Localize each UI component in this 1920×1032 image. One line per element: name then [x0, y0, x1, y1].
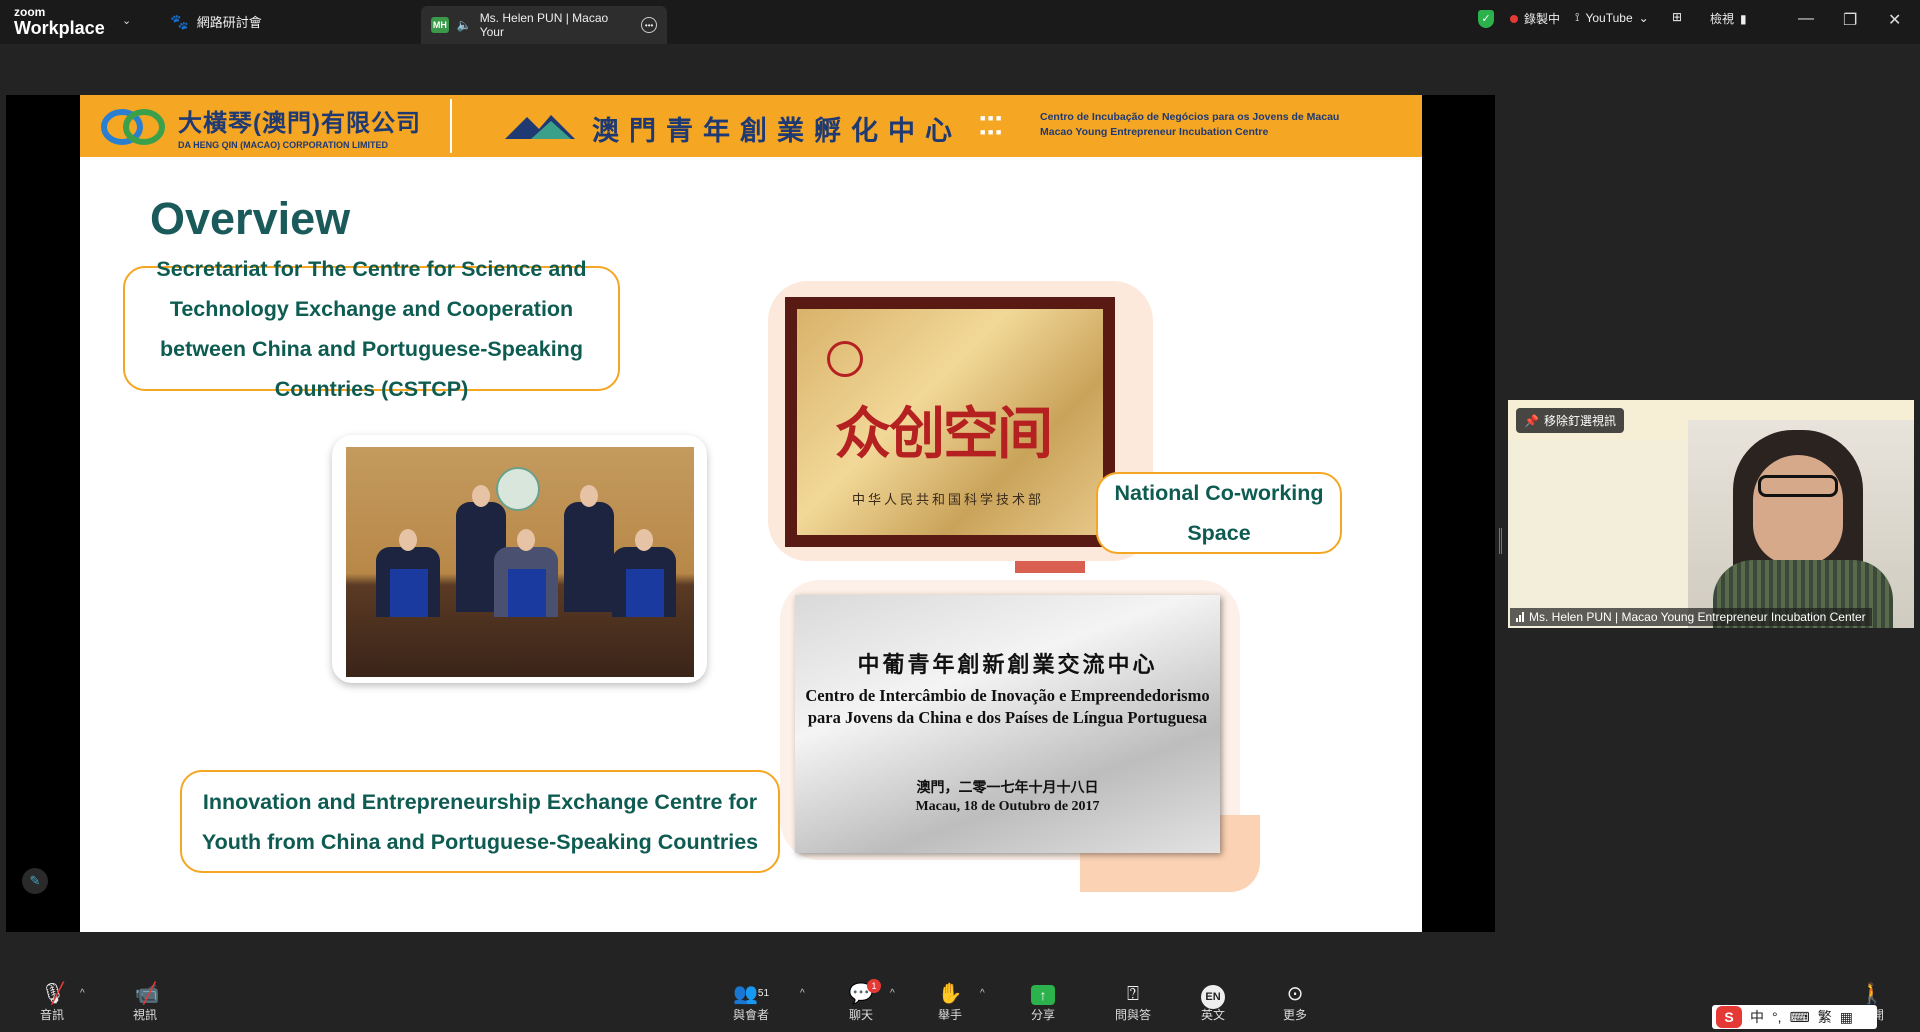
company-name-en: DA HENG QIN (MACAO) CORPORATION LIMITED	[178, 140, 388, 150]
emblem-icon	[827, 341, 863, 377]
silver-plaque-image: 中葡青年創新創業交流中心 Centro de Intercâmbio de In…	[795, 595, 1220, 853]
tab-active-meeting[interactable]: MH 🔈 Ms. Helen PUN | Macao Your •••	[421, 6, 667, 44]
gold-plaque-image: 众创空间 中华人民共和国科学技术部	[785, 297, 1115, 547]
more-button[interactable]: ⊙ 更多	[1265, 982, 1325, 1023]
slide-title: Overview	[150, 193, 351, 244]
more-dots-icon: ⊙	[1286, 983, 1304, 1005]
callout-cstcp: Secretariat for The Centre for Science a…	[123, 257, 620, 401]
mountain-logo-icon	[505, 115, 575, 139]
reactions-chevron-icon[interactable]: ^	[980, 988, 985, 999]
language-icon: EN	[1201, 985, 1225, 1009]
speaker-icon: 🔈	[456, 18, 472, 32]
macao-emblem-icon	[496, 467, 540, 511]
audio-button[interactable]: 🎙╱ 音訊	[22, 982, 82, 1023]
company-name-cn: 大橫琴(澳門)有限公司	[178, 110, 421, 137]
record-dot-icon	[1510, 14, 1518, 23]
close-icon[interactable]: ✕	[1888, 10, 1901, 30]
participants-icon: 👥51	[732, 983, 770, 1005]
callout-exchange-centre: Innovation and Entrepreneurship Exchange…	[180, 770, 780, 873]
keyboard-icon[interactable]: ⌨	[1790, 1009, 1810, 1026]
video-button[interactable]: 📹╱ 視訊	[115, 982, 175, 1023]
ime-menu-icon[interactable]: ▦	[1840, 1009, 1853, 1026]
participant-name-label: Ms. Helen PUN | Macao Young Entrepreneur…	[1510, 608, 1872, 626]
incubation-name-cn: 澳門青年創業孵化中心	[592, 116, 962, 146]
leave-icon: 🚶	[1859, 983, 1885, 1005]
camera-off-icon: 📹╱	[134, 983, 160, 1005]
sogou-ime-icon: S	[1716, 1006, 1742, 1028]
hand-icon: ✋	[937, 983, 963, 1005]
audio-options-chevron-icon[interactable]: ^	[80, 988, 85, 999]
title-bar: zoom Workplace ⌄ 🐾 網路研討會 MH 🔈 Ms. Helen …	[0, 0, 1920, 44]
share-arrow-icon: ↑	[1031, 985, 1055, 1005]
chevron-down-icon[interactable]: ⌄	[122, 14, 131, 27]
mic-muted-icon: 🎙╱	[40, 983, 66, 1005]
qa-button[interactable]: ⍰ 問與答	[1103, 982, 1163, 1023]
callout-coworking: National Co-working Space	[1096, 472, 1342, 554]
signal-icon	[1516, 612, 1524, 622]
panel-resize-handle[interactable]	[1499, 528, 1502, 554]
unpin-video-button[interactable]: 📌 移除釘選視訊	[1516, 408, 1624, 433]
pin-icon: 📌	[1524, 413, 1539, 428]
question-icon: ⍰	[1127, 983, 1139, 1005]
banner-divider	[450, 99, 452, 153]
more-icon[interactable]: •••	[641, 17, 658, 33]
minimize-icon[interactable]: —	[1798, 10, 1814, 28]
decor-bar	[1015, 561, 1085, 573]
chat-button[interactable]: 💬 1 聊天	[831, 979, 891, 1023]
chat-icon: 💬 1	[831, 979, 891, 1006]
chevron-down-icon: ⌄	[1638, 10, 1649, 25]
signing-ceremony-photo	[346, 447, 694, 677]
participants-options-chevron-icon[interactable]: ^	[800, 988, 805, 999]
grid-icon[interactable]: ⊞	[1672, 10, 1682, 24]
chat-options-chevron-icon[interactable]: ^	[890, 988, 895, 999]
raise-hand-button[interactable]: ✋ 舉手	[920, 982, 980, 1023]
chat-badge: 1	[867, 979, 881, 993]
pinned-video-tile[interactable]: 📌 移除釘選視訊 Ms. Helen PUN | Macao Young Ent…	[1508, 400, 1914, 628]
participants-button[interactable]: 👥51 與會者	[721, 982, 781, 1023]
incubation-seal: ■ ■ ■ ■ ■ ■	[980, 113, 1002, 137]
incubation-name-pt: Centro de Incubação de Negócios para os …	[1040, 111, 1340, 123]
incubation-name-en: Macao Young Entrepreneur Incubation Cent…	[1040, 126, 1269, 138]
recording-indicator[interactable]: 錄製中	[1510, 10, 1560, 27]
view-layout-icon: ▮	[1740, 11, 1747, 26]
restore-icon[interactable]: ❐	[1843, 10, 1857, 30]
paw-icon: 🐾	[170, 13, 189, 31]
youtube-stream-button[interactable]: ⟟ YouTube ⌄	[1575, 10, 1649, 25]
view-button[interactable]: 檢視 ▮	[1710, 10, 1747, 27]
avatar: MH	[431, 17, 449, 33]
shield-icon[interactable]: ✓	[1478, 10, 1494, 28]
language-button[interactable]: EN 英文	[1183, 982, 1243, 1023]
annotate-pen-icon[interactable]: ✎	[22, 868, 48, 894]
tab-title: Ms. Helen PUN | Macao Your	[479, 11, 609, 39]
presentation-slide: 大橫琴(澳門)有限公司 DA HENG QIN (MACAO) CORPORAT…	[80, 95, 1422, 932]
zoom-workplace-logo[interactable]: zoom Workplace	[14, 6, 105, 37]
rss-icon: ⟟	[1575, 10, 1580, 24]
slide-banner: 大橫琴(澳門)有限公司 DA HENG QIN (MACAO) CORPORAT…	[80, 95, 1422, 157]
dhq-logo-icon	[101, 108, 165, 145]
tab-webinar[interactable]: 🐾 網路研討會	[170, 12, 262, 31]
share-button[interactable]: ↑ 分享	[1013, 982, 1073, 1023]
ime-toolbar[interactable]: S 中 °, ⌨ 繁 ▦	[1712, 1005, 1877, 1029]
